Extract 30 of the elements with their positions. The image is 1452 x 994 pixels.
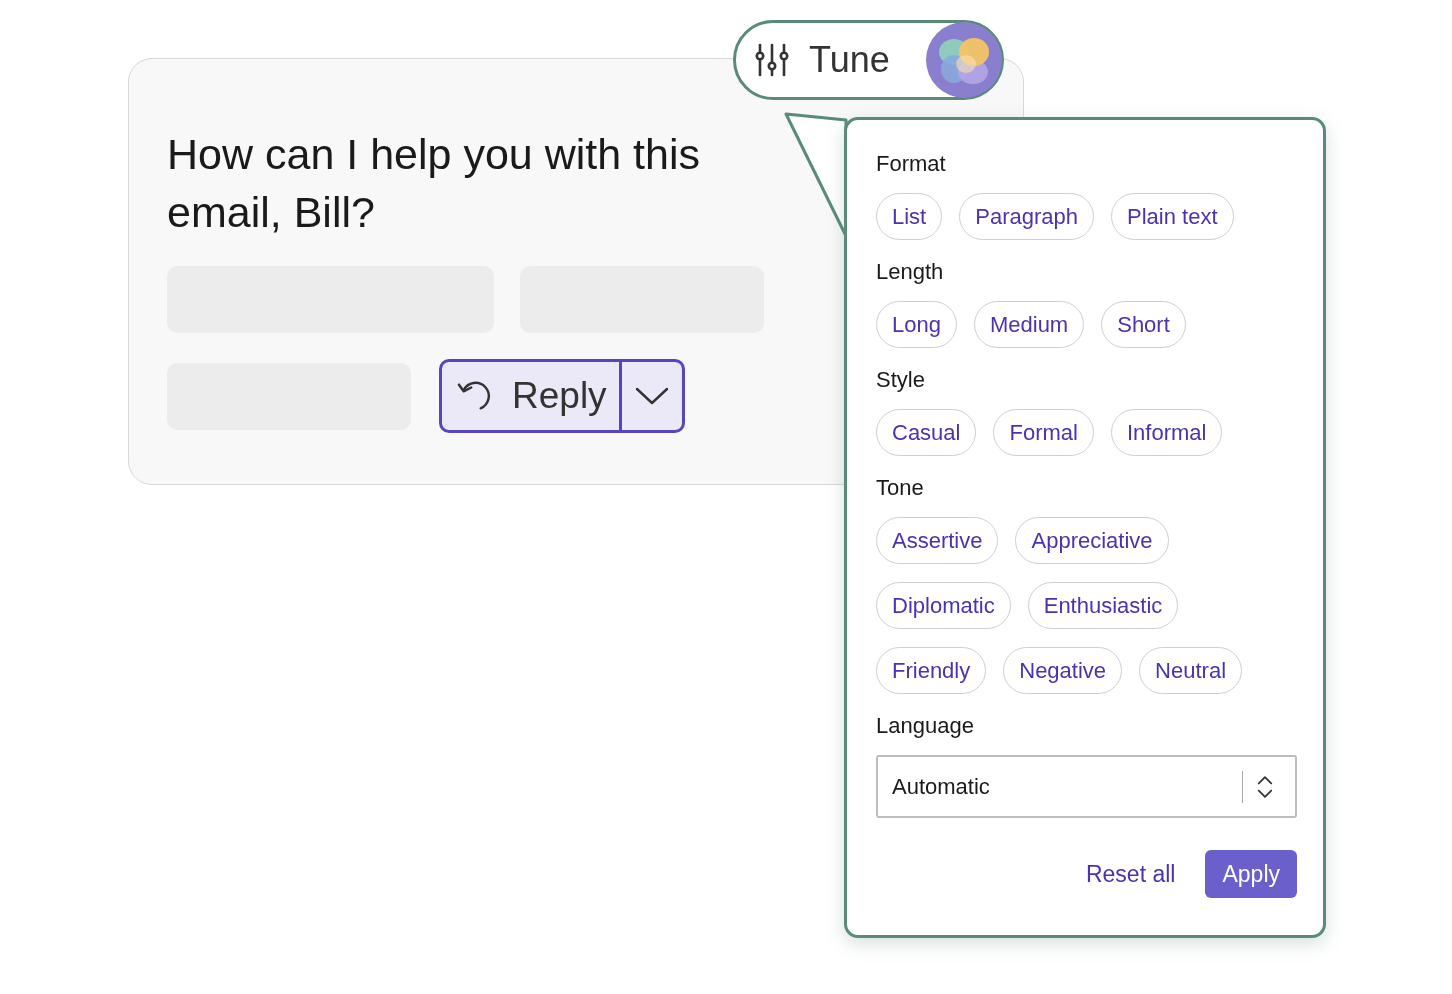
option-chip[interactable]: Long [876, 301, 957, 348]
apply-button[interactable]: Apply [1205, 850, 1297, 898]
option-chip[interactable]: Formal [993, 409, 1094, 456]
sliders-icon [755, 43, 789, 77]
option-chip[interactable]: Negative [1003, 647, 1123, 694]
option-chip[interactable]: Plain text [1111, 193, 1234, 240]
option-chip[interactable]: Friendly [876, 647, 987, 694]
option-chip[interactable]: Assertive [876, 517, 999, 564]
chevron-down-icon [634, 387, 669, 405]
section-title: Language [876, 712, 975, 740]
option-chip[interactable]: Neutral [1139, 647, 1242, 694]
section-title: Style [876, 366, 926, 394]
option-chip[interactable]: Medium [973, 301, 1085, 348]
reset-all-button[interactable]: Reset all [1085, 860, 1176, 888]
option-chip[interactable]: Casual [876, 409, 977, 456]
option-chip[interactable]: Short [1101, 301, 1186, 348]
option-chip[interactable]: Diplomatic [876, 582, 1011, 629]
option-chip[interactable]: Paragraph [959, 193, 1094, 240]
option-chip[interactable]: List [876, 193, 943, 240]
option-chip[interactable]: Appreciative [1015, 517, 1169, 564]
section-title: Tone [876, 474, 925, 502]
section-title: Format [876, 150, 947, 178]
language-select[interactable]: Automatic [876, 755, 1297, 818]
logo-icon [926, 22, 1002, 98]
tune-button[interactable]: Tune [733, 20, 1004, 100]
option-chip[interactable]: Informal [1110, 409, 1223, 456]
option-chip[interactable]: Enthusiastic [1027, 582, 1179, 629]
section-title: Length [876, 258, 945, 286]
question-text: How can I help you with this email, Bill? [167, 129, 701, 238]
up-down-chevron-icon [1257, 773, 1273, 800]
